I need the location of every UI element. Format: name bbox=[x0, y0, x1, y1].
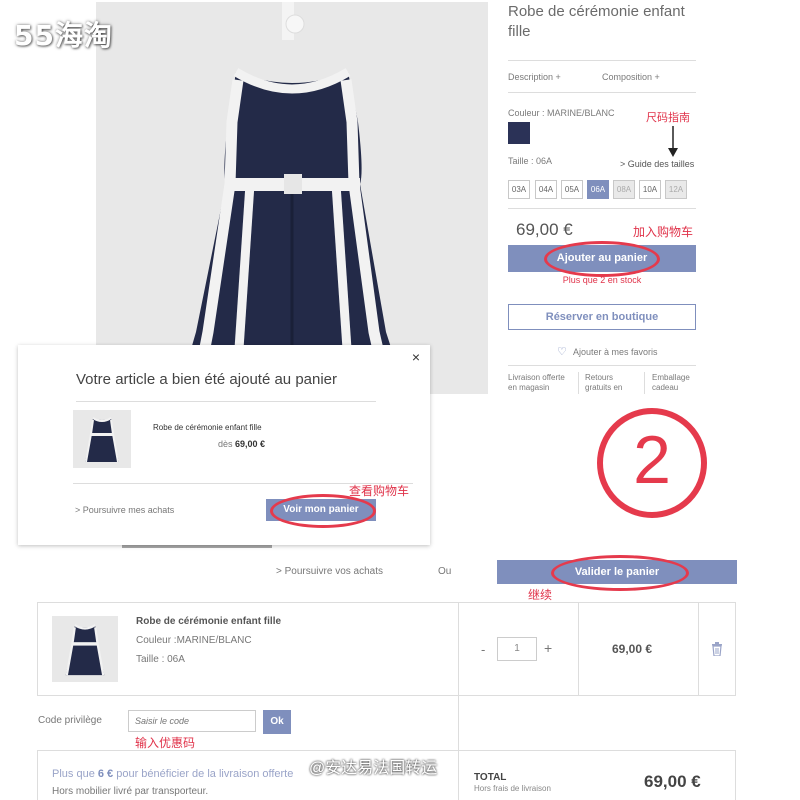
total-label: TOTAL bbox=[474, 772, 507, 783]
size-option-12a[interactable]: 12A bbox=[665, 180, 687, 199]
size-option-03a[interactable]: 03A bbox=[508, 180, 530, 199]
dress-thumbnail bbox=[85, 417, 119, 463]
arrow-down-icon bbox=[668, 126, 678, 157]
annotation-size-guide: 尺码指南 bbox=[646, 111, 690, 124]
cart-total: 69,00 € bbox=[644, 772, 701, 791]
annotation-view-cart: 查看购物车 bbox=[349, 484, 410, 498]
product-price: 69,00 € bbox=[516, 220, 573, 239]
add-to-favorites-link[interactable]: Ajouter à mes favoris bbox=[573, 347, 658, 357]
quantity-input[interactable]: 1 bbox=[497, 637, 537, 661]
promo-ok-button[interactable]: Ok bbox=[263, 710, 291, 734]
benefit-returns: Retours gratuits en bbox=[585, 373, 623, 392]
trash-icon[interactable] bbox=[711, 642, 723, 656]
free-shipping-message: Plus que 6 € pour bénéficier de la livra… bbox=[52, 768, 294, 780]
popup-title: Votre article a bien été ajouté au panie… bbox=[76, 371, 338, 388]
close-icon[interactable]: × bbox=[412, 349, 420, 365]
divider bbox=[508, 92, 696, 93]
annotation-add-cart: 加入购物车 bbox=[633, 225, 694, 239]
continue-shopping-link[interactable]: > Poursuivre vos achats bbox=[276, 566, 383, 577]
size-option-10a[interactable]: 10A bbox=[639, 180, 661, 199]
total-note: Hors frais de livraison bbox=[474, 784, 551, 793]
color-swatch[interactable] bbox=[508, 122, 530, 144]
annotation-coupon: 输入优惠码 bbox=[135, 736, 196, 750]
annotation-ellipse bbox=[544, 241, 660, 277]
product-title: Robe de cérémonie enfant fille bbox=[508, 3, 685, 40]
promo-code-label: Code privilège bbox=[38, 715, 102, 726]
promo-code-input[interactable] bbox=[128, 710, 256, 732]
divider bbox=[644, 372, 645, 394]
benefit-delivery: Livraison offerte en magasin bbox=[508, 373, 565, 392]
size-label: Taille : 06A bbox=[508, 156, 553, 166]
watermark: 55海淘 bbox=[14, 19, 113, 52]
size-option-04a[interactable]: 04A bbox=[535, 180, 557, 199]
credit-watermark: @安达易法国转运 bbox=[309, 760, 438, 777]
benefit-gift-wrap: Emballage cadeau bbox=[652, 373, 690, 392]
divider bbox=[508, 208, 696, 209]
cart-item-price: 69,00 € bbox=[612, 642, 653, 656]
divider bbox=[508, 365, 696, 366]
shipping-note: Hors mobilier livré par transporteur. bbox=[52, 786, 209, 797]
product-image bbox=[96, 2, 488, 394]
divider bbox=[76, 401, 376, 402]
divider bbox=[508, 60, 696, 61]
tab-composition[interactable]: Composition + bbox=[602, 72, 660, 82]
added-to-cart-popup: × Votre article a bien été ajouté au pan… bbox=[18, 345, 430, 545]
size-guide-link[interactable]: > Guide des tailles bbox=[620, 159, 694, 169]
popup-item-price: dès 69,00 € bbox=[218, 439, 266, 449]
dress-illustration bbox=[96, 2, 488, 394]
color-label: Couleur : MARINE/BLANC bbox=[508, 108, 615, 118]
heart-icon[interactable]: ♡ bbox=[557, 345, 567, 358]
size-option-06a[interactable]: 06A bbox=[587, 180, 609, 199]
size-option-08a[interactable]: 08A bbox=[613, 180, 635, 199]
annotation-ellipse bbox=[551, 555, 689, 591]
continue-shopping-link[interactable]: > Poursuivre mes achats bbox=[75, 505, 174, 515]
step-number: 2 bbox=[633, 422, 671, 498]
cart-item-name[interactable]: Robe de cérémonie enfant fille bbox=[136, 616, 281, 627]
cart-item-thumbnail bbox=[52, 616, 118, 682]
dress-thumbnail bbox=[65, 624, 105, 676]
reserve-in-store-button[interactable]: Réserver en boutique bbox=[508, 304, 696, 330]
popup-item-thumbnail bbox=[73, 410, 131, 468]
size-option-05a[interactable]: 05A bbox=[561, 180, 583, 199]
divider bbox=[578, 372, 579, 394]
annotation-ellipse bbox=[270, 494, 376, 528]
tab-description[interactable]: Description + bbox=[508, 72, 561, 82]
quantity-increase-button[interactable]: + bbox=[544, 640, 552, 656]
or-label: Ou bbox=[438, 566, 452, 577]
divider bbox=[698, 602, 699, 696]
cart-item-color: Couleur :MARINE/BLANC bbox=[136, 635, 252, 646]
annotation-continue: 继续 bbox=[528, 588, 553, 602]
popup-item-name: Robe de cérémonie enfant fille bbox=[153, 423, 262, 432]
divider bbox=[578, 602, 579, 696]
quantity-decrease-button[interactable]: - bbox=[481, 642, 485, 657]
cart-item-size: Taille : 06A bbox=[136, 654, 185, 665]
stock-note: Plus que 2 en stock bbox=[562, 275, 642, 285]
